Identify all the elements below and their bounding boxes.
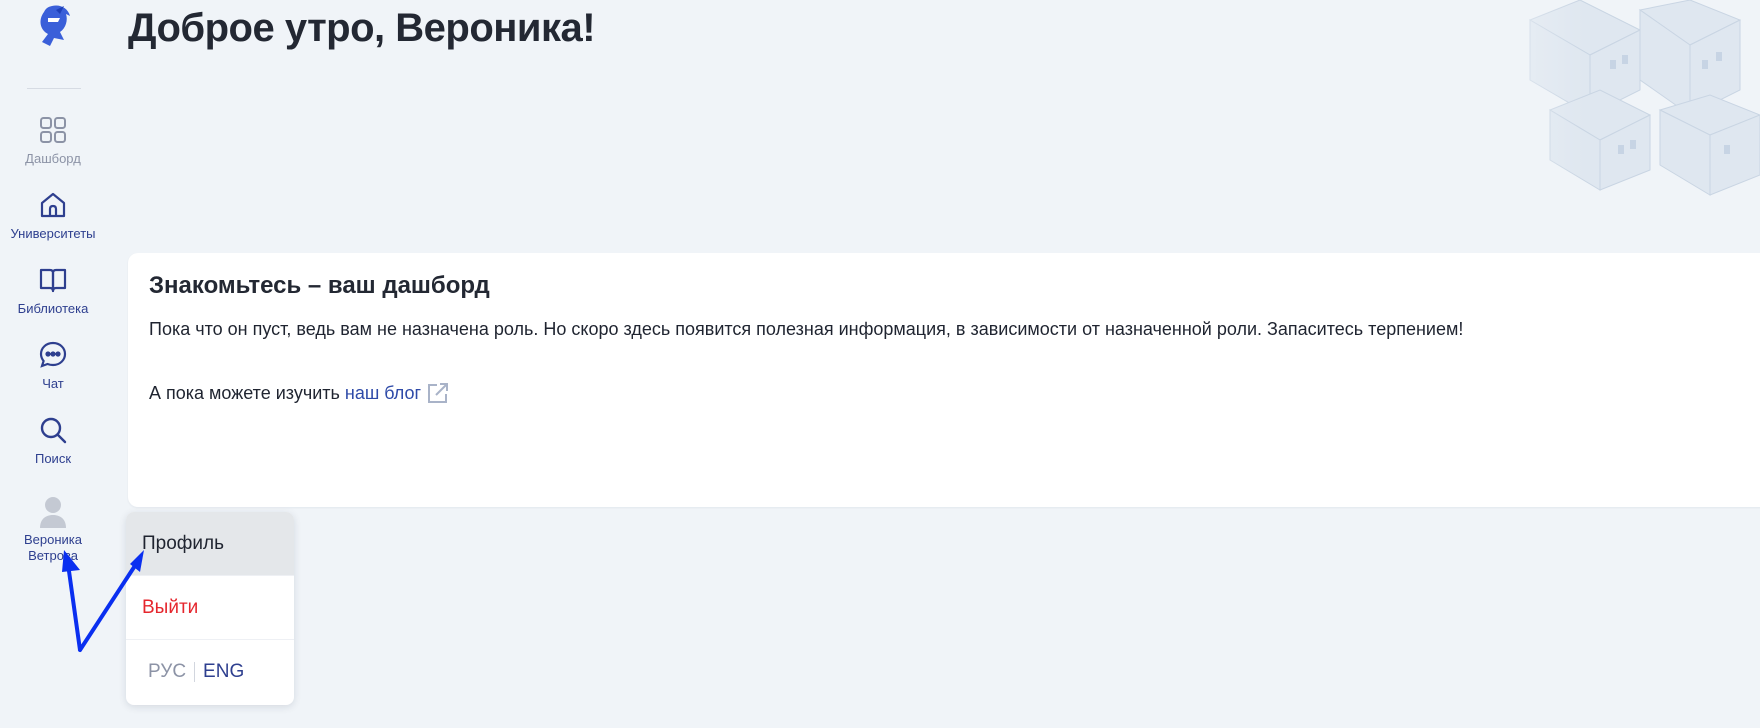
book-icon bbox=[39, 268, 67, 293]
grid-icon bbox=[40, 117, 66, 143]
sidebar-item-universities[interactable]: Университеты bbox=[0, 190, 106, 241]
blog-line: А пока можете изучить наш блог bbox=[149, 380, 451, 406]
knight-helmet-logo-icon[interactable] bbox=[30, 2, 76, 48]
app-page: Дашборд Университеты Библиотека Чат Поис… bbox=[0, 0, 1760, 728]
search-icon bbox=[40, 417, 67, 444]
sidebar-item-search[interactable]: Поиск bbox=[0, 415, 106, 466]
user-first-name: Вероника bbox=[23, 532, 82, 547]
home-icon bbox=[40, 192, 66, 218]
lang-en-option[interactable]: ENG bbox=[203, 661, 244, 683]
lang-separator bbox=[194, 662, 196, 682]
avatar-icon bbox=[40, 497, 66, 528]
sidebar-item-chat[interactable]: Чат bbox=[0, 340, 106, 391]
card-description: Пока что он пуст, ведь вам не назначена … bbox=[149, 319, 1464, 339]
sidebar-item-label: Университеты bbox=[10, 226, 96, 241]
sidebar-item-label: Чат bbox=[42, 376, 64, 391]
card-title: Знакомьтесь – ваш дашборд bbox=[149, 272, 490, 299]
annotation-arrows bbox=[62, 550, 144, 652]
sidebar-item-label: Библиотека bbox=[17, 301, 89, 316]
external-link-icon[interactable] bbox=[425, 380, 451, 406]
sidebar-item-dashboard[interactable]: Дашборд bbox=[0, 115, 106, 166]
sidebar-item-label: Дашборд bbox=[25, 151, 81, 166]
page-title: Доброе утро, Вероника! bbox=[128, 6, 596, 50]
sidebar-item-label: Поиск bbox=[34, 451, 72, 466]
blog-line-prefix: А пока можете изучить bbox=[149, 382, 340, 403]
city-illustration bbox=[1440, 0, 1760, 200]
dashboard-card: Знакомьтесь – ваш дашборд Пока что он пу… bbox=[128, 253, 1760, 507]
sidebar-divider bbox=[27, 88, 81, 89]
lang-ru-option[interactable]: РУС bbox=[148, 661, 186, 683]
sidebar-item-library[interactable]: Библиотека bbox=[0, 265, 106, 316]
blog-link[interactable]: наш блог bbox=[345, 383, 421, 404]
chat-icon bbox=[39, 341, 67, 368]
